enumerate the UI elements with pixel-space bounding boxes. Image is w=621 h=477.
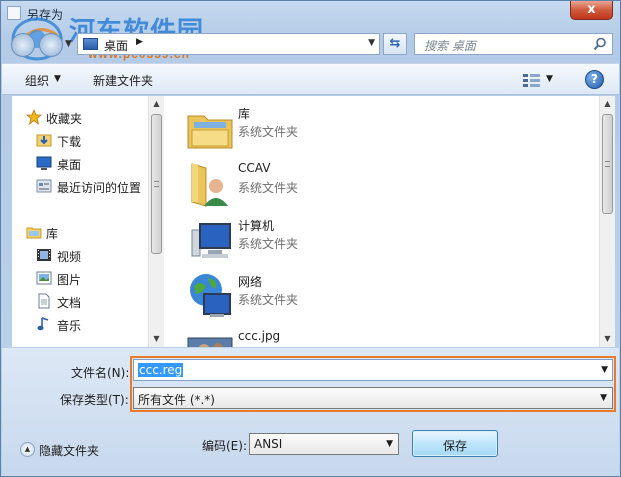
command-bar: 组织 ▼ 新建文件夹 ▼ ? — [2, 63, 619, 95]
library-icon — [26, 227, 42, 239]
filetype-label: 保存类型(T): — [60, 393, 129, 407]
encoding-select[interactable]: ANSI ▼ — [249, 433, 399, 455]
sidebar-item-videos[interactable]: 视频 — [12, 244, 147, 266]
file-type: 系统文件夹 — [238, 125, 299, 139]
file-type: 系统文件夹 — [238, 181, 299, 195]
file-name: 网络 — [238, 275, 263, 289]
desktop-icon — [36, 156, 52, 170]
close-icon: x — [587, 2, 596, 17]
forward-button[interactable] — [39, 33, 63, 57]
help-button[interactable]: ? — [585, 70, 604, 89]
sidebar-item-downloads[interactable]: 下载 — [12, 129, 147, 151]
new-folder-button[interactable]: 新建文件夹 — [93, 72, 153, 89]
file-list-scrollbar[interactable]: ▲ ▼ — [599, 96, 615, 347]
image-file-icon — [187, 337, 233, 347]
search-icon[interactable] — [593, 37, 607, 51]
refresh-button[interactable]: ⇆ — [383, 33, 407, 55]
scroll-up-icon[interactable]: ▲ — [149, 96, 164, 112]
documents-icon — [38, 293, 50, 309]
sidebar-item-documents[interactable]: 文档 — [12, 290, 147, 312]
sidebar-item-label: 收藏夹 — [46, 112, 83, 126]
search-placeholder: 搜索 桌面 — [424, 39, 476, 53]
file-type: 系统文件夹 — [238, 237, 299, 251]
refresh-icon: ⇆ — [389, 36, 401, 51]
encoding-label: 编码(E): — [202, 439, 247, 453]
file-name: 计算机 — [238, 219, 275, 233]
filename-label: 文件名(N): — [71, 366, 130, 380]
pictures-icon — [36, 271, 52, 285]
hide-folders-toggle[interactable]: ▲ 隐藏文件夹 — [20, 441, 110, 459]
file-name: 库 — [238, 107, 251, 121]
sidebar-item-favorites[interactable]: 收藏夹 — [12, 106, 147, 128]
chevron-down-icon[interactable]: ▼ — [386, 439, 393, 449]
desktop-icon — [83, 38, 98, 50]
sidebar-item-label: 文档 — [57, 296, 82, 310]
sidebar-item-label: 最近访问的位置 — [57, 181, 142, 195]
view-options-icon[interactable] — [523, 73, 541, 87]
scroll-thumb[interactable] — [602, 114, 613, 214]
close-button[interactable]: x — [570, 1, 613, 20]
file-type: 系统文件夹 — [238, 293, 299, 307]
address-bar[interactable]: 桌面 ▶ ▼ — [77, 33, 380, 55]
chevron-right-icon[interactable]: ▶ — [136, 37, 143, 47]
chevron-down-icon[interactable]: ▼ — [546, 74, 553, 84]
recent-places-icon — [36, 179, 52, 193]
sidebar-item-label: 音乐 — [57, 319, 82, 333]
scroll-down-icon[interactable]: ▼ — [600, 331, 615, 347]
download-folder-icon — [36, 134, 52, 147]
sidebar-item-label: 下载 — [57, 135, 82, 149]
chevron-up-icon: ▲ — [20, 442, 35, 457]
encoding-value: ANSI — [254, 437, 283, 451]
organize-button[interactable]: 组织 — [25, 72, 49, 89]
list-item[interactable]: 库 系统文件夹 — [182, 102, 582, 156]
music-icon — [37, 317, 49, 331]
list-item[interactable]: CCAV 系统文件夹 — [182, 158, 582, 212]
annotation-highlight — [130, 356, 616, 412]
search-input[interactable]: 搜索 桌面 — [414, 33, 613, 55]
navigation-scrollbar[interactable]: ▲ ▼ — [148, 96, 164, 347]
file-name: ccc.jpg — [238, 329, 281, 343]
sidebar-item-desktop[interactable]: 桌面 — [12, 152, 147, 174]
save-as-dialog: 另存为 x 河东软件园 www.pc0359.cn ▼ 桌面 ▶ ▼ ⇆ 搜索 … — [0, 0, 621, 477]
file-name: CCAV — [238, 161, 271, 175]
list-item[interactable]: ccc.jpg — [182, 326, 582, 347]
navigation-pane: 收藏夹 下载 桌面 最近访问的位置 库 视频 图片 文档 音乐 ▲ ▼ — [12, 96, 164, 347]
save-button-label: 保存 — [442, 439, 467, 453]
chevron-down-icon[interactable]: ▼ — [368, 38, 375, 48]
sidebar-item-music[interactable]: 音乐 — [12, 313, 147, 335]
file-list: 库 系统文件夹 CCAV 系统文件夹 计算机 系统文件夹 网络 系统文件夹 cc… — [164, 96, 615, 347]
list-item[interactable]: 计算机 系统文件夹 — [182, 214, 582, 268]
sidebar-item-label: 桌面 — [57, 158, 82, 172]
back-button[interactable] — [11, 33, 35, 57]
hide-folders-label: 隐藏文件夹 — [39, 444, 100, 458]
chevron-down-icon[interactable]: ▼ — [54, 74, 61, 84]
star-icon — [26, 109, 42, 125]
network-icon — [190, 274, 231, 317]
scroll-down-icon[interactable]: ▼ — [149, 331, 164, 347]
sidebar-item-pictures[interactable]: 图片 — [12, 267, 147, 289]
user-folder-icon — [191, 163, 228, 207]
sidebar-item-label: 图片 — [57, 273, 82, 287]
sidebar-item-label: 库 — [46, 227, 59, 241]
scroll-up-icon[interactable]: ▲ — [600, 96, 615, 112]
address-text[interactable]: 桌面 — [104, 37, 128, 54]
scroll-thumb[interactable] — [151, 114, 162, 254]
save-button[interactable]: 保存 — [412, 430, 498, 457]
sidebar-item-label: 视频 — [57, 250, 82, 264]
recent-pages-chevron-icon[interactable]: ▼ — [65, 39, 72, 49]
library-folder-icon — [187, 115, 233, 149]
sidebar-item-libraries[interactable]: 库 — [12, 221, 147, 243]
sidebar-item-recent-places[interactable]: 最近访问的位置 — [12, 175, 147, 197]
video-icon — [37, 249, 51, 261]
computer-icon — [191, 223, 231, 258]
list-item[interactable]: 网络 系统文件夹 — [182, 270, 582, 324]
